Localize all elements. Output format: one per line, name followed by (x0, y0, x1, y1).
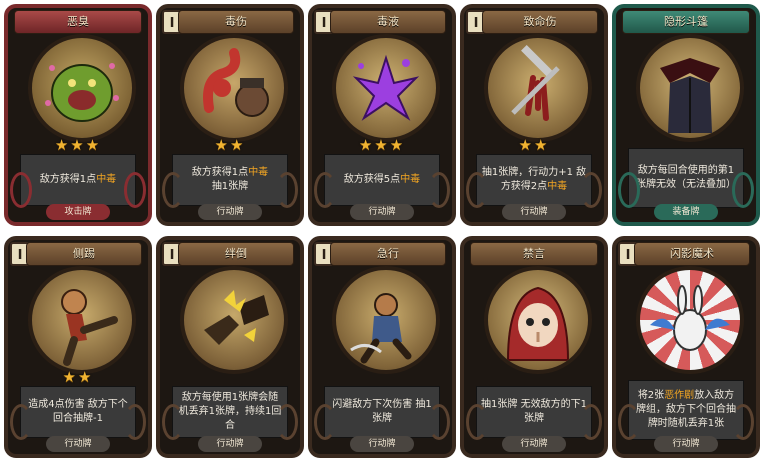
card-title: 闪影魔术 (634, 242, 750, 266)
card-grid: 恶臭 ★★★ 敌方获得1点中毒 攻击牌 I 毒伤 ★★ 敌方获得1点中毒 抽1张… (0, 0, 762, 461)
card-invisibility-cloak[interactable]: 隐形斗篷 敌方每回合使用的第1张牌无效（无法叠加） 装备牌 (612, 4, 760, 226)
card-description: 敌方获得5点中毒 (324, 154, 440, 206)
card-description: 将2张恶作剧放入敌方牌组，敌方下个回合抽牌时随机丢弃1张 (628, 380, 744, 440)
card-lethal-wound[interactable]: I 致命伤 ★★ 抽1张牌，行动力+1 敌方获得2点中毒 行动牌 (460, 4, 608, 226)
card-side-kick[interactable]: I 侧踢 ★★ 造成4点伤害 敌方下个回合抽牌-1 行动牌 (4, 236, 152, 458)
card-title: 致命伤 (482, 10, 598, 34)
star-rating: ★★ (62, 368, 94, 386)
card-description: 抽1张牌 无效敌方的下1张牌 (476, 386, 592, 438)
card-title: 急行 (330, 242, 446, 266)
card-title: 绊倒 (178, 242, 294, 266)
star-rating: ★★ (214, 136, 246, 154)
card-type-label: 行动牌 (198, 204, 262, 220)
card-art-cloak (636, 34, 744, 142)
card-description: 抽1张牌，行动力+1 敌方获得2点中毒 (476, 154, 592, 206)
star-rating: ★★★ (54, 136, 102, 154)
cloak-icon (660, 58, 720, 133)
kick-icon (61, 289, 118, 366)
card-art-dash (332, 266, 440, 374)
card-type-label: 装备牌 (654, 204, 718, 220)
card-type-label: 行动牌 (502, 436, 566, 452)
card-dash[interactable]: I 急行 闪避敌方下次伤害 抽1张牌 行动牌 (308, 236, 456, 458)
card-stench[interactable]: 恶臭 ★★★ 敌方获得1点中毒 攻击牌 (4, 4, 152, 226)
card-title: 侧踢 (26, 242, 142, 266)
card-title: 毒液 (330, 10, 446, 34)
ogre-icon (45, 63, 119, 122)
star-rating: ★★★ (358, 136, 406, 154)
card-trip[interactable]: I 绊倒 敌方每使用1张牌会随机丢弃1张牌，持续1回合 行动牌 (156, 236, 304, 458)
card-silence[interactable]: 禁言 抽1张牌 无效敌方的下1张牌 行动牌 (460, 236, 608, 458)
card-art-kick (28, 266, 136, 374)
card-description: 敌方获得1点中毒 抽1张牌 (172, 154, 288, 206)
card-description: 敌方每使用1张牌会随机丢弃1张牌，持续1回合 (172, 386, 288, 438)
runner-icon (350, 293, 412, 364)
card-art-trip (180, 266, 288, 374)
card-description: 敌方获得1点中毒 (20, 154, 136, 206)
card-type-label: 行动牌 (654, 436, 718, 452)
tentacle-icon (203, 48, 269, 117)
dagger-icon (511, 45, 560, 121)
card-art-poison (332, 34, 440, 142)
card-title: 隐形斗篷 (622, 10, 750, 34)
rabbit-icon (650, 285, 730, 351)
card-art-dagger (484, 34, 592, 142)
card-art-ogre (28, 34, 136, 142)
card-art-rabbit (636, 266, 744, 374)
card-type-label: 行动牌 (502, 204, 566, 220)
card-venom[interactable]: I 毒液 ★★★ 敌方获得5点中毒 行动牌 (308, 4, 456, 226)
card-poison-wound[interactable]: I 毒伤 ★★ 敌方获得1点中毒 抽1张牌 行动牌 (156, 4, 304, 226)
hooded-girl-icon (506, 286, 570, 361)
card-title: 恶臭 (14, 10, 142, 34)
poison-splash-icon (352, 54, 420, 121)
star-rating: ★★ (518, 136, 550, 154)
card-description: 造成4点伤害 敌方下个回合抽牌-1 (20, 386, 136, 438)
card-title: 毒伤 (178, 10, 294, 34)
card-art-hood (484, 266, 592, 374)
card-title: 禁言 (470, 242, 598, 266)
card-type-label: 行动牌 (350, 436, 414, 452)
card-type-label: 攻击牌 (46, 204, 110, 220)
card-description: 闪避敌方下次伤害 抽1张牌 (324, 386, 440, 438)
card-description: 敌方每回合使用的第1张牌无效（无法叠加） (628, 148, 744, 208)
card-type-label: 行动牌 (198, 436, 262, 452)
card-type-label: 行动牌 (46, 436, 110, 452)
boot-icon (204, 290, 269, 345)
card-art-tentacle (180, 34, 288, 142)
card-type-label: 行动牌 (350, 204, 414, 220)
card-shadow-magic[interactable]: I 闪影魔术 将2张恶作剧放入敌方牌组，敌方下个回合抽牌时随机丢弃1张 行动牌 (612, 236, 760, 458)
